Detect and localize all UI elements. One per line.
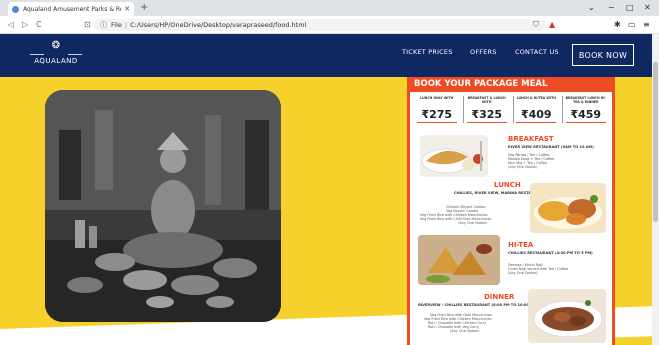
- meal-subtitle: CHILLIES RESTAURANT (4:30 PM TO 5 PM): [508, 251, 593, 255]
- price-underline: [516, 122, 557, 123]
- price-option[interactable]: LUNCH & HI-TEA WITH ₹409: [512, 96, 559, 123]
- price-option[interactable]: LUNCH ONLY WITH ₹275: [414, 96, 460, 123]
- meal-title: BREAKFAST: [508, 135, 554, 143]
- price-value: ₹275: [421, 108, 453, 121]
- menu-icon[interactable]: ≡: [643, 19, 650, 31]
- dinner-image: [528, 289, 606, 343]
- aqualand-logo[interactable]: ❂ AQUALAND: [28, 40, 84, 72]
- price-caption: BREAKFAST & LUNCH WITH: [467, 96, 506, 104]
- breakfast-graphic: [421, 141, 483, 174]
- back-icon[interactable]: ◁: [8, 19, 14, 31]
- meal-option: (Any One Option): [458, 221, 488, 225]
- close-window-button[interactable]: ✕: [644, 2, 651, 14]
- price-caption: BREAKFAST LUNCH HI-TEA & DINNER: [565, 96, 606, 104]
- browser-tab[interactable]: Aqualand Amusement Parks & Re ✕: [8, 2, 134, 16]
- nav-link-offers[interactable]: OFFERS: [470, 48, 497, 56]
- minimize-button[interactable]: −: [608, 2, 615, 14]
- price-row: LUNCH ONLY WITH ₹275 BREAKFAST & LUNCH W…: [410, 92, 612, 123]
- favicon-icon: [12, 5, 19, 13]
- address-bar[interactable]: ⓘ File | C:/Users/HP/OneDrive/Desktop/va…: [94, 19, 546, 31]
- address-prefix: File: [111, 21, 122, 29]
- meal-option: (Any One Option): [508, 165, 538, 169]
- meal-title: HI-TEA: [508, 241, 534, 249]
- maximize-button[interactable]: □: [626, 2, 634, 14]
- browser-tabbar: Aqualand Amusement Parks & Re ✕ + ⌄ − □ …: [0, 0, 659, 16]
- meal-title: DINNER: [484, 293, 515, 301]
- warning-icon[interactable]: ▲: [549, 19, 555, 31]
- reload-icon[interactable]: C: [36, 19, 42, 31]
- page-scrollbar[interactable]: [652, 34, 659, 345]
- address-separator: |: [124, 21, 128, 29]
- site-navbar: ❂ AQUALAND TICKET PRICES OFFERS CONTACT …: [0, 34, 652, 77]
- price-value: ₹459: [570, 108, 602, 121]
- window-icon[interactable]: ▭: [628, 19, 636, 31]
- meal-lunch: LUNCH CHILLIES, RIVER VIEW, MARINA RESTA…: [410, 181, 612, 233]
- price-underline: [416, 122, 457, 123]
- price-caption: LUNCH & HI-TEA WITH: [516, 96, 556, 100]
- forward-icon[interactable]: ▷: [22, 19, 28, 31]
- hero-photo-graphic: [45, 90, 281, 322]
- meal-subtitle: RIVERVIEW / CHILLIES RESTAURANT (8:00 PM…: [418, 303, 539, 307]
- logo-divider: [68, 54, 82, 55]
- logo-text: AQUALAND: [34, 57, 78, 65]
- hero-photo: [45, 90, 281, 322]
- book-now-button[interactable]: BOOK NOW: [572, 44, 634, 66]
- meal-hi-tea: HI-TEA CHILLIES RESTAURANT (4:30 PM TO 5…: [410, 235, 612, 285]
- dinner-graphic: [533, 300, 603, 338]
- meal-title: LUNCH: [494, 181, 521, 189]
- site-info-icon[interactable]: ⓘ: [100, 20, 107, 30]
- meal-subtitle: RIVER VIEW RESTAURANT (9AM TO 10 AM): [508, 145, 594, 149]
- price-option[interactable]: BREAKFAST LUNCH HI-TEA & DINNER ₹459: [562, 96, 608, 123]
- nav-link-contact-us[interactable]: CONTACT US: [515, 48, 559, 56]
- meal-option: (Any One Option): [450, 329, 480, 333]
- package-meal-menu: BOOK YOUR PACKAGE MEAL LUNCH ONLY WITH ₹…: [407, 77, 615, 345]
- hi-tea-image: [418, 235, 500, 285]
- bookmark-icon[interactable]: ⊡: [84, 19, 91, 31]
- chevron-down-icon[interactable]: ⌄: [588, 2, 595, 14]
- nav-link-ticket-prices[interactable]: TICKET PRICES: [402, 48, 453, 56]
- meal-breakfast: BREAKFAST RIVER VIEW RESTAURANT (9AM TO …: [410, 131, 612, 179]
- new-tab-button[interactable]: +: [140, 2, 148, 14]
- meal-dinner: DINNER RIVERVIEW / CHILLIES RESTAURANT (…: [410, 289, 612, 345]
- tab-title: Aqualand Amusement Parks & Re: [23, 5, 122, 13]
- meal-option: (Any One Option): [508, 271, 538, 275]
- address-url: C:/Users/HP/OneDrive/Desktop/varapraseed…: [130, 21, 307, 29]
- breakfast-image: [420, 135, 488, 177]
- logo-divider: [30, 54, 44, 55]
- menu-heading: BOOK YOUR PACKAGE MEAL: [410, 77, 612, 92]
- extension-icon[interactable]: ✱: [614, 19, 621, 31]
- lunch-graphic: [534, 195, 602, 229]
- lunch-image: [530, 183, 606, 233]
- price-underline: [565, 122, 606, 123]
- price-underline: [466, 122, 507, 123]
- shield-icon[interactable]: ⛉: [533, 19, 539, 31]
- price-value: ₹325: [471, 108, 503, 121]
- price-caption: LUNCH ONLY WITH: [420, 96, 454, 100]
- price-value: ₹409: [520, 108, 552, 121]
- tab-close-icon[interactable]: ✕: [124, 5, 130, 13]
- hi-tea-graphic: [418, 235, 500, 285]
- hero-section: BOOK YOUR PACKAGE MEAL LUNCH ONLY WITH ₹…: [0, 77, 652, 345]
- browser-toolbar: ◁ ▷ C ⊡ ⓘ File | C:/Users/HP/OneDrive/De…: [0, 16, 659, 34]
- logo-emblem-icon: ❂: [51, 40, 61, 51]
- price-option[interactable]: BREAKFAST & LUNCH WITH ₹325: [463, 96, 509, 123]
- scrollbar-thumb[interactable]: [653, 62, 658, 222]
